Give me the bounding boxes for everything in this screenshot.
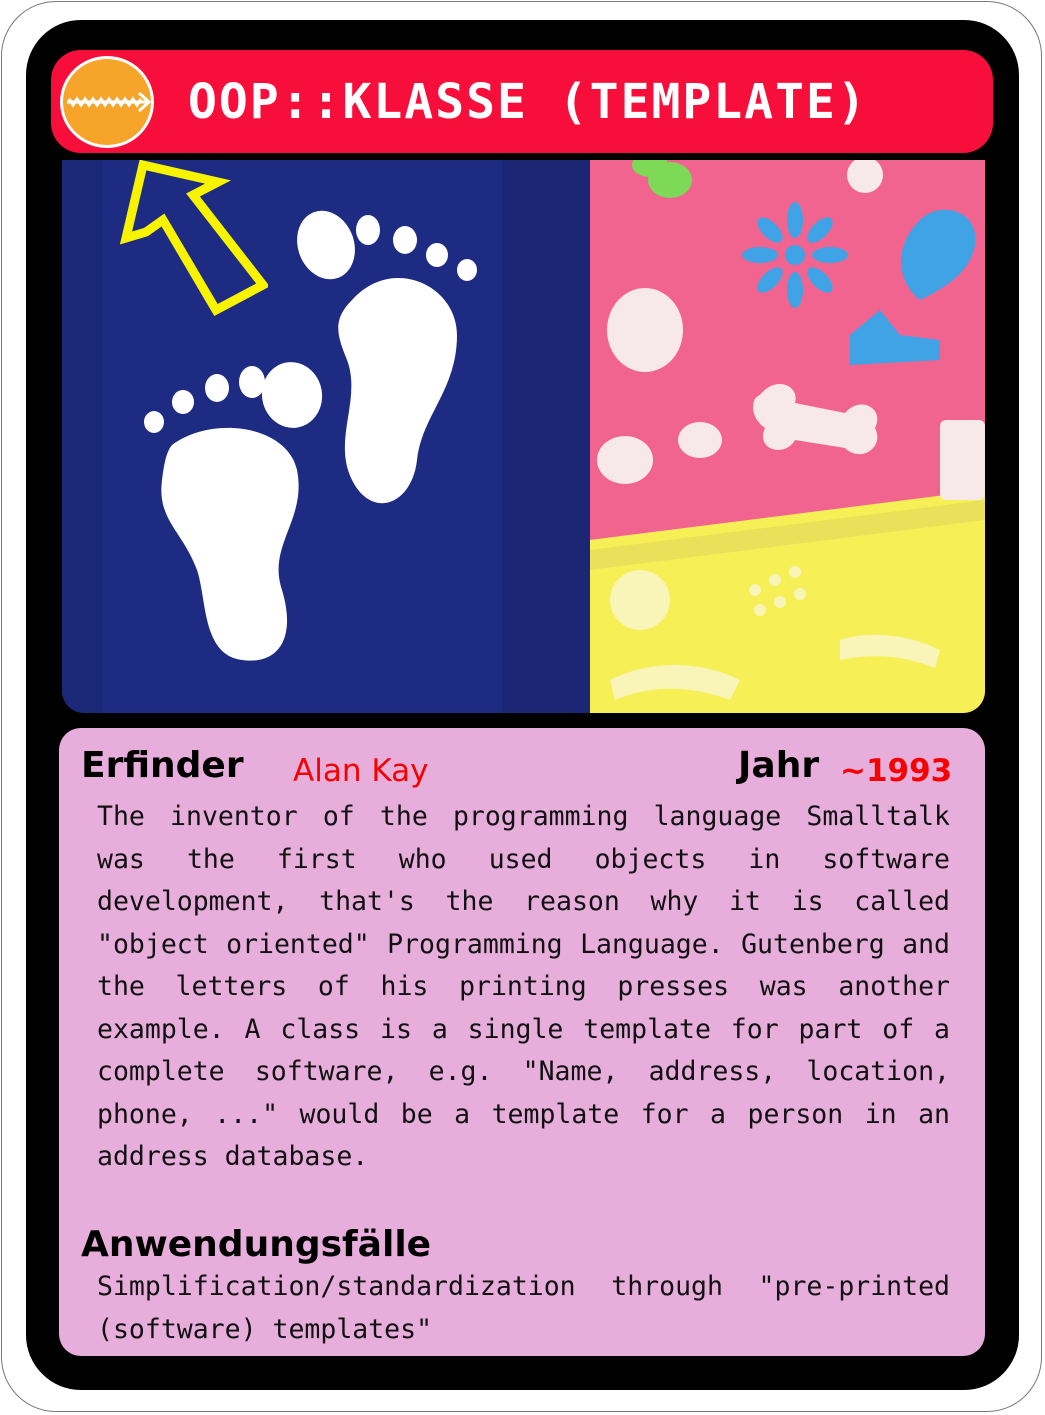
yellow-arrow-icon (119, 160, 268, 316)
uses-text: Simplification/standardization through "… (97, 1271, 950, 1345)
description-text: The inventor of the programming language… (97, 801, 950, 1172)
uses-label: Anwendungsfälle (81, 1224, 432, 1265)
card-title: OOP::KLASSE (TEMPLATE) (188, 74, 868, 130)
inventor-value: Alan Kay (293, 753, 429, 789)
stencil-templates-image (590, 160, 985, 713)
year-label: Jahr (738, 745, 820, 786)
inventor-label: Erfinder (81, 745, 244, 786)
year-value: ~1993 (840, 753, 953, 789)
zipper-icon (60, 56, 154, 148)
